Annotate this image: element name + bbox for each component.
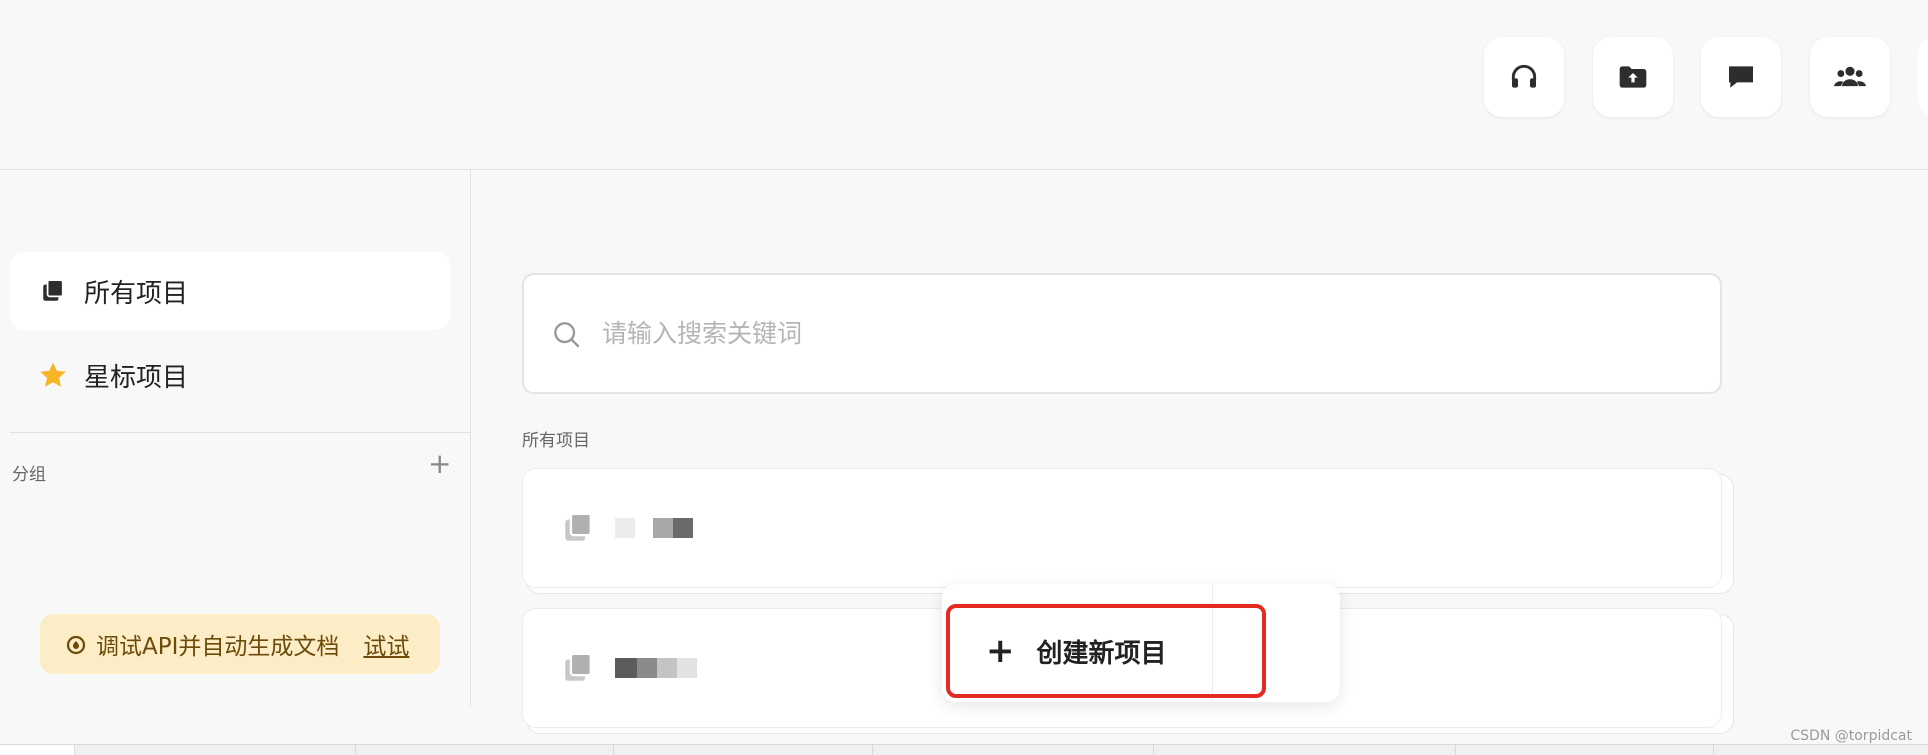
sidebar-item-all-projects[interactable]: 所有项目 <box>10 252 450 330</box>
project-icon <box>565 512 592 541</box>
flame-icon <box>66 635 86 655</box>
headphones-icon <box>1511 64 1537 88</box>
watermark: CSDN @torpidcat <box>1790 728 1912 744</box>
project-name-obscured <box>615 518 693 538</box>
support-button[interactable] <box>1484 37 1564 117</box>
promo-text: 调试API并自动生成文档 <box>96 634 340 660</box>
create-new-project-button[interactable]: + 创建新项目 <box>946 604 1266 698</box>
team-icon <box>1834 66 1866 87</box>
section-title: 所有项目 <box>522 431 590 451</box>
group-label: 分组 <box>12 465 46 485</box>
messages-button[interactable] <box>1701 37 1781 117</box>
top-icon-button-partial[interactable] <box>1918 37 1928 117</box>
top-bar <box>0 0 1928 170</box>
sidebar-divider <box>10 432 470 433</box>
import-button[interactable] <box>1593 37 1673 117</box>
stacked-squares-icon <box>38 276 68 306</box>
sidebar-item-label: 所有项目 <box>84 278 189 309</box>
project-name-obscured <box>615 658 697 678</box>
star-icon <box>38 360 68 390</box>
create-project-popup: + 创建新项目 <box>942 584 1340 702</box>
search-input[interactable] <box>600 318 1604 349</box>
promo-banner: 调试API并自动生成文档 试试 <box>40 614 440 674</box>
search-box <box>522 273 1722 394</box>
search-icon <box>554 321 580 347</box>
sidebar: 所有项目 星标项目 分组 + 调试API并自动生成文档 试试 <box>0 170 471 706</box>
sidebar-item-starred-projects[interactable]: 星标项目 <box>10 336 450 414</box>
plus-icon: + <box>986 631 1015 671</box>
chat-icon <box>1729 66 1753 88</box>
project-icon <box>565 652 592 681</box>
project-card[interactable] <box>522 468 1722 588</box>
bottom-tab-strip <box>0 744 1928 755</box>
create-new-project-label: 创建新项目 <box>1036 638 1167 669</box>
team-button[interactable] <box>1810 37 1890 117</box>
add-group-button[interactable]: + <box>428 450 451 478</box>
sidebar-item-label: 星标项目 <box>84 362 189 393</box>
folder-upload-icon <box>1619 66 1647 88</box>
promo-try-link[interactable]: 试试 <box>363 627 409 661</box>
